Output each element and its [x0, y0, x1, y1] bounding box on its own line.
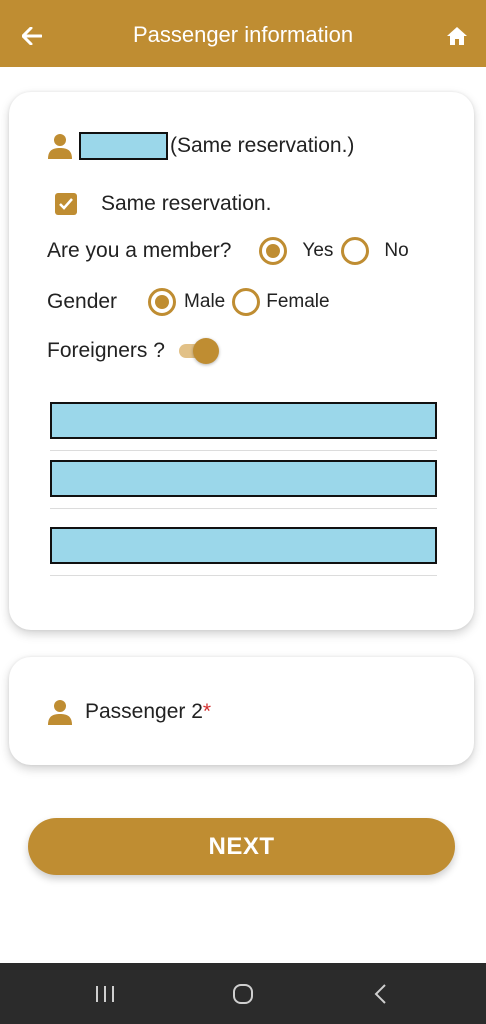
page-title: Passenger information: [132, 22, 354, 47]
text-field-redacted[interactable]: [50, 402, 437, 439]
passenger-1-card: (Same reservation.) Same reservation. Ar…: [9, 92, 474, 630]
field-group-3: [50, 527, 437, 576]
field-group-1: [50, 402, 437, 451]
check-icon: [59, 198, 73, 210]
passenger-2-header: Passenger 2 *: [47, 699, 211, 725]
member-question: Are you a member?: [47, 239, 232, 262]
home-button[interactable]: [444, 24, 470, 48]
field-group-2: [50, 460, 437, 509]
system-nav-bar: [0, 963, 486, 1024]
member-no-radio[interactable]: [341, 237, 370, 265]
gender-row: Gender Male Female: [47, 288, 330, 316]
member-no-label: No: [384, 240, 409, 261]
gender-male-label: Male: [184, 291, 226, 312]
person-icon: [48, 700, 72, 725]
text-field-redacted[interactable]: [50, 527, 437, 564]
foreigners-toggle[interactable]: [178, 338, 219, 364]
passenger-2-label: Passenger 2: [85, 700, 203, 723]
same-reservation-checkbox[interactable]: [55, 193, 77, 215]
recent-apps-icon: [96, 986, 114, 1002]
home-circle-icon: [233, 984, 253, 1004]
gender-label: Gender: [47, 290, 118, 313]
chevron-left-icon: [374, 984, 386, 1004]
text-field-redacted[interactable]: [50, 460, 437, 497]
app-bar: Passenger information: [0, 0, 486, 67]
member-yes-radio[interactable]: [259, 237, 288, 265]
back-nav-button[interactable]: [366, 981, 396, 1007]
same-reservation-label: Same reservation.: [101, 192, 272, 215]
member-row: Are you a member? Yes No: [47, 237, 409, 265]
person-icon: [48, 134, 72, 159]
home-icon: [447, 27, 467, 45]
next-button[interactable]: NEXT: [28, 818, 455, 875]
recent-apps-button[interactable]: [90, 981, 120, 1007]
home-nav-button[interactable]: [228, 981, 258, 1007]
passenger-1-header: (Same reservation.): [47, 132, 354, 160]
passenger-name-redacted: [79, 132, 168, 160]
gender-female-radio[interactable]: [232, 288, 261, 316]
member-yes-label: Yes: [302, 240, 334, 261]
gender-female-label: Female: [266, 291, 330, 312]
foreigners-label: Foreigners ?: [47, 339, 165, 362]
same-reservation-note: (Same reservation.): [170, 134, 355, 157]
same-reservation-row[interactable]: Same reservation.: [55, 192, 271, 216]
gender-male-radio[interactable]: [148, 288, 177, 316]
required-mark: *: [202, 700, 212, 723]
foreigners-row: Foreigners ?: [47, 338, 219, 364]
passenger-2-card[interactable]: Passenger 2 *: [9, 657, 474, 765]
